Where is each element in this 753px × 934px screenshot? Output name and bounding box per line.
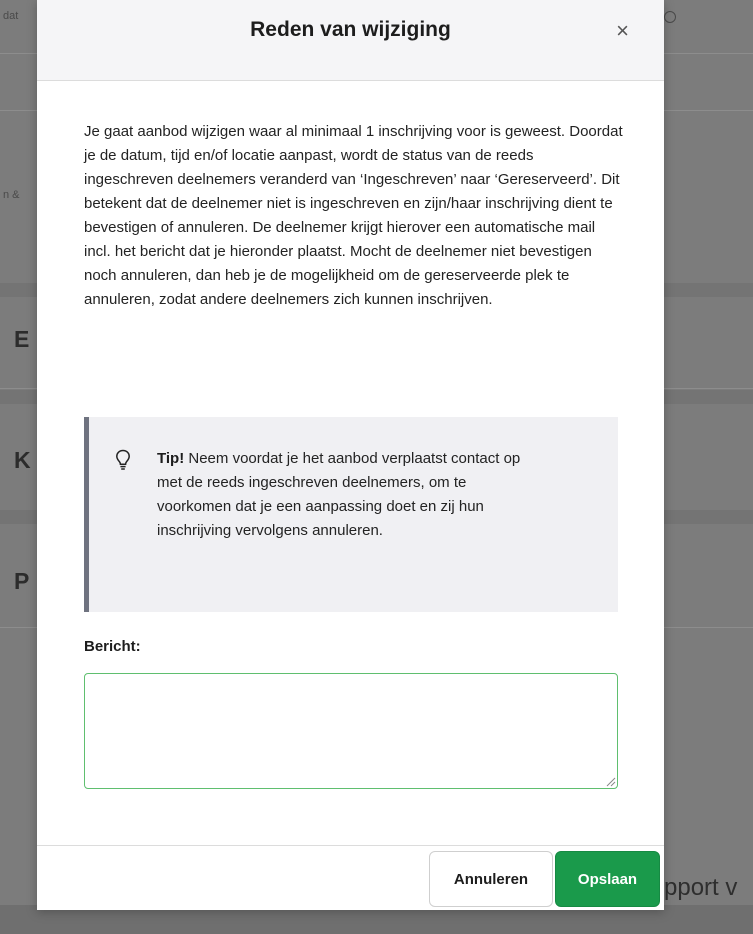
tip-label: Tip! <box>157 450 185 467</box>
background-section-letter: K <box>14 447 31 473</box>
lightbulb-icon <box>116 449 130 470</box>
background-fragment-side: n & <box>3 189 20 201</box>
dialog-title: Reden van wijziging <box>250 18 451 41</box>
message-textarea[interactable] <box>84 673 618 789</box>
background-section-letter: E <box>14 326 30 352</box>
tip-body: Neem voordat je het aanbod verplaatst co… <box>157 450 521 539</box>
message-label: Bericht: <box>84 638 141 655</box>
resize-handle-icon[interactable] <box>604 775 616 787</box>
close-icon: × <box>616 18 629 43</box>
tip-text: Tip! Neem voordat je het aanbod verplaat… <box>157 447 537 543</box>
info-icon <box>664 11 676 23</box>
background-report-text: pport v <box>664 874 738 901</box>
cancel-button[interactable]: Annuleren <box>429 851 553 907</box>
tip-callout: Tip! Neem voordat je het aanbod verplaat… <box>84 417 618 612</box>
background-section-letter: P <box>14 568 30 594</box>
dialog-intro-text: Je gaat aanbod wijzigen waar al minimaal… <box>84 123 623 308</box>
close-button[interactable]: × <box>616 18 629 44</box>
save-button[interactable]: Opslaan <box>555 851 660 907</box>
change-reason-dialog: Reden van wijziging × Je gaat aanbod wij… <box>37 0 664 910</box>
dialog-footer-divider <box>37 845 664 846</box>
dialog-header: Reden van wijziging × <box>37 0 664 81</box>
background-fragment-top: dat <box>3 10 19 22</box>
